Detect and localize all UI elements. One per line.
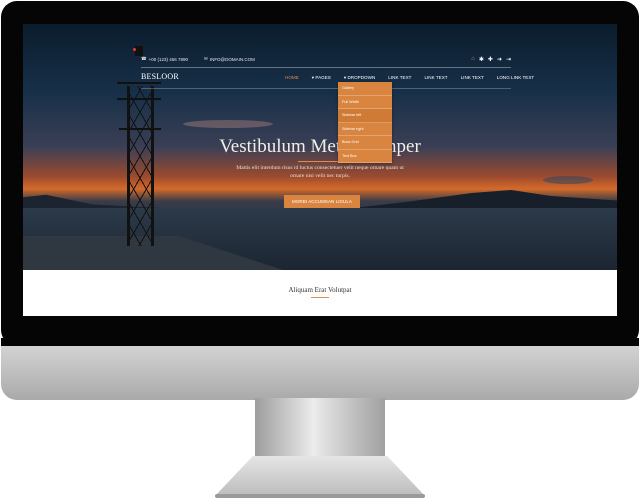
top-icons: ⌂ ✱ ✚ ➜ ⇥: [471, 56, 511, 63]
dropdown-item-full-width[interactable]: Full Width: [338, 96, 392, 109]
website-screen: ☎ +00 (123) 456 7890 ✉ INFO@DOMAIN.COM ⌂ ✱…: [23, 24, 617, 316]
nav-label: DROPDOWN: [347, 75, 376, 80]
plus-icon[interactable]: ✚: [488, 56, 493, 63]
hero-subtitle: Mattis elit interdum risus id luctus con…: [236, 165, 404, 179]
phone-contact[interactable]: ☎ +00 (123) 456 7890: [141, 56, 188, 62]
nav-item-link-3[interactable]: LINK TEXT: [461, 75, 484, 81]
monitor-stand-base: [215, 456, 425, 496]
dropdown-item-sidebar-right[interactable]: Sidebar right: [338, 123, 392, 136]
title-underline: [298, 161, 342, 162]
section-underline: [311, 297, 329, 298]
phone-icon: ☎: [141, 56, 147, 61]
top-bar: ☎ +00 (123) 456 7890 ✉ INFO@DOMAIN.COM ⌂ ✱…: [141, 54, 511, 64]
nav-label: PAGES: [315, 75, 331, 80]
monitor-chin: [1, 338, 639, 400]
red-light: [133, 48, 136, 51]
rail: [117, 82, 161, 84]
divider: [141, 67, 511, 68]
nav-item-link-1[interactable]: LINK TEXT: [388, 75, 411, 81]
divider: [141, 88, 511, 89]
phone-text: +00 (123) 456 7890: [148, 56, 189, 62]
nav-item-link-2[interactable]: LINK TEXT: [424, 75, 447, 81]
hero-cta-button[interactable]: MORBI ACCUMSAN LIGULA: [284, 195, 360, 208]
nav-item-dropdown[interactable]: ▾ DROPDOWN: [344, 75, 375, 81]
hero-title: Vestibulum Metus Semper: [219, 136, 421, 157]
mail-icon: ✉: [204, 56, 208, 61]
section-title: Aliquam Erat Volutpat: [288, 286, 352, 294]
email-text: INFO@DOMAIN.COM: [209, 56, 255, 62]
monitor-mockup: ☎ +00 (123) 456 7890 ✉ INFO@DOMAIN.COM ⌂ ✱…: [0, 0, 640, 500]
cloud: [183, 120, 273, 128]
monitor-stand-neck: [255, 398, 385, 462]
email-contact[interactable]: ✉ INFO@DOMAIN.COM: [204, 56, 255, 62]
nav-item-long-link[interactable]: LONG LINK TEXT: [497, 75, 534, 81]
main-nav: HOME ▾ PAGES ▾ DROPDOWN LINK TEXT LINK T…: [285, 75, 534, 81]
dropdown-item-gallery[interactable]: Gallery: [338, 82, 392, 96]
log-out-icon[interactable]: ⇥: [506, 56, 511, 63]
dropdown-menu: Gallery Full Width Sidebar left Sidebar …: [338, 82, 392, 163]
home-icon[interactable]: ⌂: [471, 56, 475, 63]
tower-leg: [151, 86, 154, 246]
dropdown-item-sidebar-left[interactable]: Sidebar left: [338, 109, 392, 123]
tower-truss: [129, 86, 151, 246]
dropdown-item-text-box[interactable]: Text Box: [338, 150, 392, 163]
nav-item-home[interactable]: HOME: [285, 75, 299, 81]
site-logo[interactable]: BESLOOR: [141, 72, 179, 81]
gear-icon[interactable]: ✱: [479, 56, 484, 63]
log-in-icon[interactable]: ➜: [497, 56, 502, 63]
dropdown-item-boxs-grid[interactable]: Boxs Grid: [338, 136, 392, 150]
stand-shadow: [215, 494, 425, 498]
hero-section: ☎ +00 (123) 456 7890 ✉ INFO@DOMAIN.COM ⌂ ✱…: [23, 24, 617, 270]
nav-item-pages[interactable]: ▾ PAGES: [312, 75, 331, 81]
cloud: [543, 176, 593, 184]
